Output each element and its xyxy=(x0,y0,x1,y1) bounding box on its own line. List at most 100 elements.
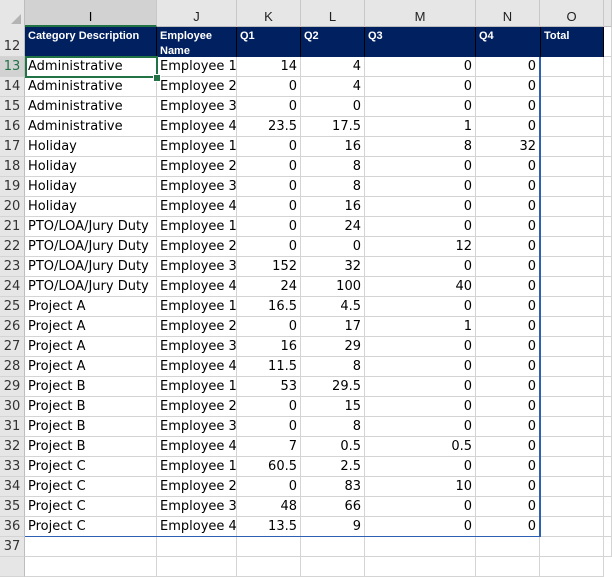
cell-total[interactable] xyxy=(540,277,604,297)
cell-employee[interactable]: Employee 2 xyxy=(157,237,237,257)
cell-category[interactable]: PTO/LOA/Jury Duty xyxy=(25,277,157,297)
cell-q1[interactable]: 0 xyxy=(237,137,301,157)
table-header-q4[interactable]: Q4 xyxy=(476,27,540,57)
cell-total[interactable] xyxy=(540,97,604,117)
cell-total[interactable] xyxy=(540,197,604,217)
cell-q4[interactable]: 0 xyxy=(476,317,540,337)
cell-total[interactable] xyxy=(540,217,604,237)
cell-employee[interactable]: Employee 4 xyxy=(157,357,237,377)
cell-employee[interactable]: Employee 2 xyxy=(157,157,237,177)
cell-employee[interactable]: Employee 1 xyxy=(157,457,237,477)
cell-p[interactable] xyxy=(604,157,612,177)
row-header-35[interactable]: 35 xyxy=(0,497,25,517)
cell-q2[interactable]: 8 xyxy=(301,157,365,177)
cell-q2[interactable]: 32 xyxy=(301,257,365,277)
cell-total[interactable] xyxy=(540,177,604,197)
cell-employee[interactable]: Employee 3 xyxy=(157,177,237,197)
cell-q3[interactable]: 40 xyxy=(365,277,476,297)
cell-q3[interactable]: 0 xyxy=(365,377,476,397)
cell-q3[interactable]: 0 xyxy=(365,297,476,317)
cell-employee[interactable]: Employee 4 xyxy=(157,197,237,217)
cell-q2[interactable]: 4 xyxy=(301,77,365,97)
cell-category[interactable]: Holiday xyxy=(25,157,157,177)
cell-category[interactable]: Project B xyxy=(25,417,157,437)
cell-category[interactable]: Administrative xyxy=(25,77,157,97)
cell-q2[interactable]: 2.5 xyxy=(301,457,365,477)
cell-employee[interactable]: Employee 4 xyxy=(157,117,237,137)
cell-total[interactable] xyxy=(540,357,604,377)
cell-q3[interactable]: 0 xyxy=(365,397,476,417)
row-header-14[interactable]: 14 xyxy=(0,77,25,97)
cell-total[interactable] xyxy=(540,517,604,537)
cell-category[interactable]: Project A xyxy=(25,357,157,377)
cell-q1[interactable]: 0 xyxy=(237,477,301,497)
empty-cell[interactable] xyxy=(237,557,301,577)
cell-q1[interactable]: 0 xyxy=(237,417,301,437)
cell-q4[interactable]: 0 xyxy=(476,57,540,77)
table-header-category[interactable]: Category Description xyxy=(25,27,157,57)
cell-q4[interactable]: 0 xyxy=(476,217,540,237)
cell-q2[interactable]: 16 xyxy=(301,137,365,157)
cell-p[interactable] xyxy=(604,337,612,357)
cell-category[interactable]: Holiday xyxy=(25,177,157,197)
cell-p[interactable] xyxy=(604,217,612,237)
cell-employee[interactable]: Employee 1 xyxy=(157,217,237,237)
cell-category[interactable]: Holiday xyxy=(25,137,157,157)
empty-cell[interactable] xyxy=(540,557,604,577)
column-header-n[interactable]: N xyxy=(476,0,540,27)
cell-q4[interactable]: 0 xyxy=(476,357,540,377)
cell-q1[interactable]: 23.5 xyxy=(237,117,301,137)
cell-q2[interactable]: 29 xyxy=(301,337,365,357)
row-header-12[interactable]: 12 xyxy=(0,27,25,57)
cell-p[interactable] xyxy=(604,177,612,197)
cell-q3[interactable]: 1 xyxy=(365,317,476,337)
cell-q3[interactable]: 0 xyxy=(365,357,476,377)
cell-q2[interactable]: 29.5 xyxy=(301,377,365,397)
cell-q3[interactable]: 0 xyxy=(365,257,476,277)
row-header-22[interactable]: 22 xyxy=(0,237,25,257)
cell-q3[interactable]: 0 xyxy=(365,217,476,237)
table-header-q3[interactable]: Q3 xyxy=(365,27,476,57)
cell-total[interactable] xyxy=(540,497,604,517)
cell-employee[interactable]: Employee 3 xyxy=(157,337,237,357)
column-header-j[interactable]: J xyxy=(157,0,237,27)
cell-q4[interactable]: 0 xyxy=(476,337,540,357)
row-header-20[interactable]: 20 xyxy=(0,197,25,217)
cell-q4[interactable]: 0 xyxy=(476,437,540,457)
cell-category[interactable]: Project B xyxy=(25,437,157,457)
cell-q1[interactable]: 11.5 xyxy=(237,357,301,377)
cell-employee[interactable]: Employee 3 xyxy=(157,417,237,437)
cell-q1[interactable]: 0 xyxy=(237,77,301,97)
cell-employee[interactable]: Employee 2 xyxy=(157,477,237,497)
cell-total[interactable] xyxy=(540,317,604,337)
cell-employee[interactable]: Employee 4 xyxy=(157,517,237,537)
empty-cell[interactable] xyxy=(25,557,157,577)
cell-total[interactable] xyxy=(540,477,604,497)
cell-q1[interactable]: 14 xyxy=(237,57,301,77)
cell-total[interactable] xyxy=(540,297,604,317)
cell-category[interactable]: Holiday xyxy=(25,197,157,217)
cell-category[interactable]: Project C xyxy=(25,517,157,537)
cell-p[interactable] xyxy=(604,537,612,557)
cell-total[interactable] xyxy=(540,377,604,397)
cell-category[interactable]: Project A xyxy=(25,337,157,357)
cell-total[interactable] xyxy=(540,457,604,477)
cell-q3[interactable]: 0 xyxy=(365,497,476,517)
cell-category[interactable]: Project B xyxy=(25,377,157,397)
cell-employee[interactable]: Employee 4 xyxy=(157,277,237,297)
cell-q4[interactable]: 0 xyxy=(476,397,540,417)
empty-cell[interactable] xyxy=(157,557,237,577)
row-header-18[interactable]: 18 xyxy=(0,157,25,177)
cell-total[interactable] xyxy=(540,397,604,417)
cell-q3[interactable]: 10 xyxy=(365,477,476,497)
cell-q4[interactable]: 0 xyxy=(476,257,540,277)
cell-q3[interactable]: 0 xyxy=(365,517,476,537)
cell-q2[interactable]: 9 xyxy=(301,517,365,537)
column-header-k[interactable]: K xyxy=(237,0,301,27)
column-header-p[interactable] xyxy=(604,0,612,27)
cell-q3[interactable]: 0 xyxy=(365,197,476,217)
cell-q1[interactable]: 53 xyxy=(237,377,301,397)
cell-employee[interactable]: Employee 2 xyxy=(157,77,237,97)
cell-p[interactable] xyxy=(604,137,612,157)
cell-q3[interactable]: 1 xyxy=(365,117,476,137)
